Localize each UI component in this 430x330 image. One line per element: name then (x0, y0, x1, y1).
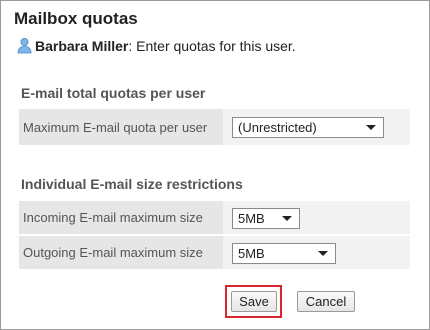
max-quota-value: (Unrestricted) (238, 120, 317, 135)
page-title: Mailbox quotas (14, 9, 138, 28)
size-restrictions-section-title: Individual E-mail size restrictions (21, 176, 243, 192)
save-button[interactable]: Save (231, 291, 277, 312)
total-quota-section-title: E-mail total quotas per user (21, 85, 206, 101)
outgoing-size-select[interactable]: 5MB (232, 243, 336, 264)
incoming-size-value: 5MB (238, 211, 265, 226)
chevron-down-icon (282, 216, 292, 221)
incoming-size-row: Incoming E-mail maximum size 5MB (19, 201, 410, 234)
outgoing-size-row: Outgoing E-mail maximum size 5MB (19, 236, 410, 269)
cancel-button[interactable]: Cancel (297, 291, 355, 312)
user-name: Barbara Miller (35, 37, 129, 54)
user-icon (16, 37, 33, 54)
incoming-size-label: Incoming E-mail maximum size (19, 201, 223, 234)
chevron-down-icon (366, 125, 376, 130)
chevron-down-icon (318, 251, 328, 256)
max-quota-row: Maximum E-mail quota per user (Unrestric… (19, 109, 410, 145)
outgoing-size-value: 5MB (238, 246, 265, 261)
user-line: Barbara Miller : Enter quotas for this u… (16, 37, 296, 54)
incoming-size-select[interactable]: 5MB (232, 208, 300, 229)
max-quota-label: Maximum E-mail quota per user (19, 109, 223, 145)
outgoing-size-label: Outgoing E-mail maximum size (19, 236, 223, 269)
max-quota-select[interactable]: (Unrestricted) (232, 117, 384, 138)
mailbox-quotas-panel: Mailbox quotas Barbara Miller : Enter qu… (0, 0, 430, 330)
user-instruction: : Enter quotas for this user. (128, 37, 296, 54)
